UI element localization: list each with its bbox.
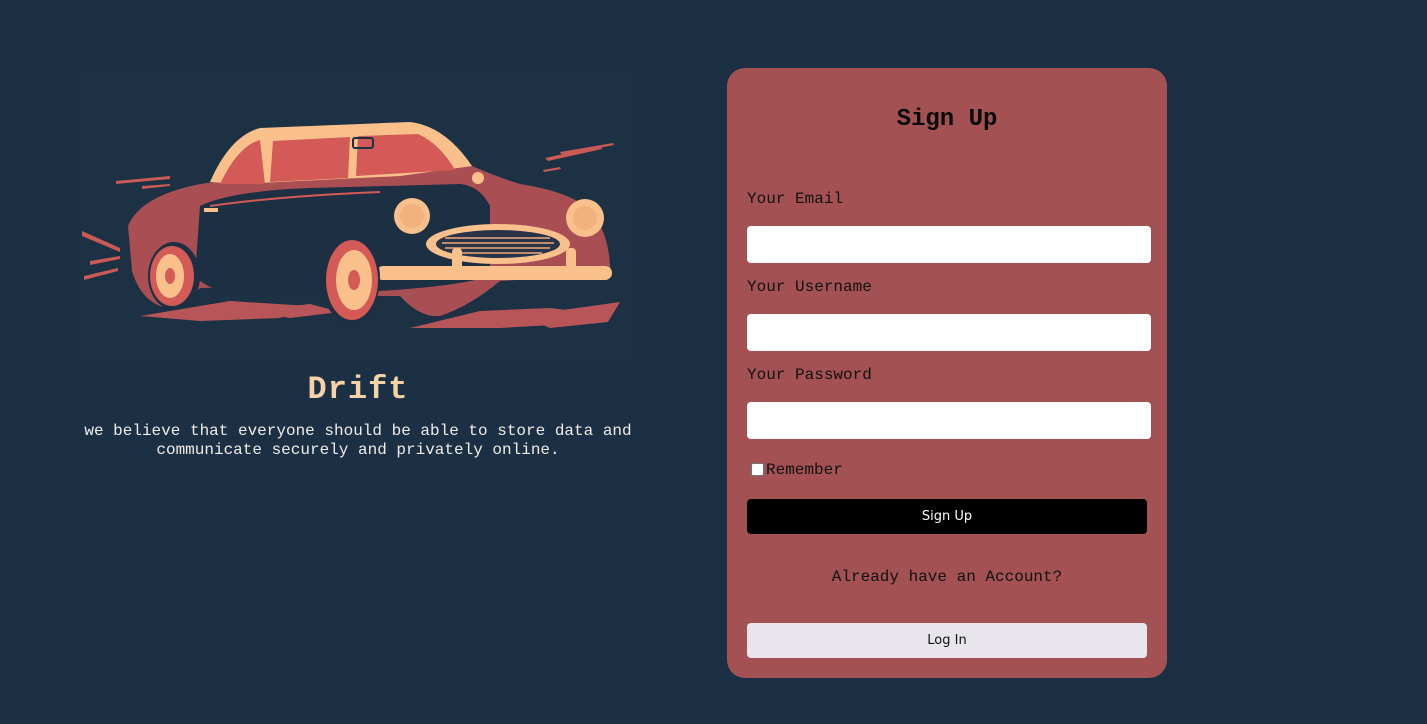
email-field[interactable] [747, 226, 1151, 263]
password-field[interactable] [747, 402, 1151, 439]
email-label: Your Email [747, 190, 844, 208]
brand-tagline: we believe that everyone should be able … [84, 422, 632, 459]
hero-image [80, 66, 636, 366]
sign-up-button[interactable]: Sign Up [747, 499, 1147, 534]
username-field[interactable] [747, 314, 1151, 351]
brand-panel: Drift we believe that everyone should be… [80, 66, 636, 460]
remember-row: Remember [751, 460, 843, 479]
already-have-account-text: Already have an Account? [831, 568, 1063, 586]
remember-label[interactable]: Remember [766, 461, 843, 479]
remember-checkbox[interactable] [751, 462, 764, 476]
password-label: Your Password [747, 366, 872, 384]
car-illustration-icon [80, 66, 636, 366]
signup-card: Sign Up Your Email Your Username Your Pa… [727, 68, 1167, 678]
username-label: Your Username [747, 278, 872, 296]
signup-title: Sign Up [896, 106, 998, 133]
brand-name: Drift [307, 371, 409, 408]
log-in-button[interactable]: Log In [747, 623, 1147, 658]
